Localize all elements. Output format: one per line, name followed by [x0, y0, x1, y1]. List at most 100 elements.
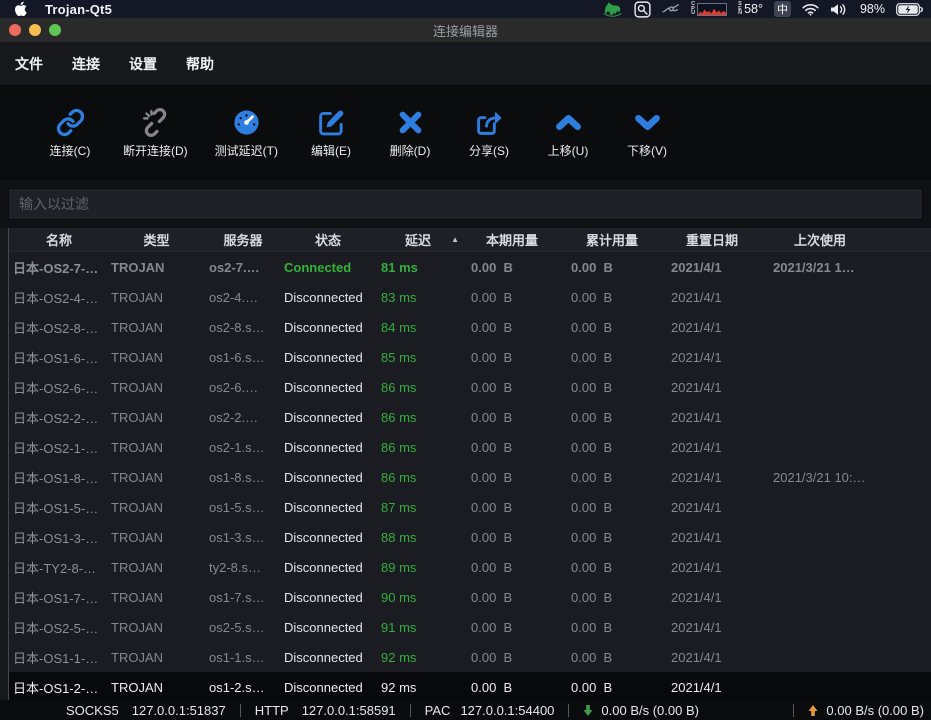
battery-charging-icon[interactable] [896, 2, 923, 16]
share-button[interactable]: 分享(S) [463, 107, 515, 159]
cell-status: Disconnected [284, 499, 363, 515]
socks5-label: SOCKS5 [66, 702, 119, 718]
column-header-last[interactable]: 上次使用 [762, 230, 931, 249]
column-header-label: 延迟 [404, 233, 431, 248]
connection-row[interactable]: 日本-OS2-7-… TROJAN os2-7.… Connected 81 ms 0.0… [9, 252, 931, 282]
connection-row[interactable]: 日本-OS1-7-… TROJAN os1-7.s… Disconnected 90 m… [9, 582, 931, 612]
column-header-label: 服务器 [223, 233, 263, 248]
window-title: 连接编辑器 [432, 23, 498, 39]
link-button[interactable]: 连接(C) [44, 107, 96, 159]
cell-current: 0.00 B [471, 499, 513, 515]
column-header-status[interactable]: 状态 [282, 230, 374, 249]
download-arrow-icon [583, 704, 593, 717]
connection-row[interactable]: 日本-TY2-8-… TROJAN ty2-8.s… Disconnected 89 m… [9, 552, 931, 582]
cell-latency: 86 ms [381, 379, 417, 395]
cell-current: 0.00 B [471, 559, 513, 575]
cell-latency: 86 ms [381, 469, 417, 485]
connection-row[interactable]: 日本-OS1-1-… TROJAN os1-1.s… Disconnected 92 m… [9, 642, 931, 672]
cell-reset: 2021/4/1 [671, 529, 722, 545]
toolbar-item-label: 下移(V) [627, 144, 667, 158]
connection-row[interactable]: 日本-OS1-2-… TROJAN os1-2.s… Disconnected 92 m… [9, 672, 931, 700]
cell-status: Disconnected [284, 559, 363, 575]
column-header-current[interactable]: 本期用量 [462, 230, 562, 249]
chevron-down-button[interactable]: 下移(V) [621, 107, 673, 159]
menu-item-0[interactable]: 文件 [15, 54, 43, 74]
column-header-server[interactable]: 服务器 [204, 230, 282, 249]
connection-row[interactable]: 日本-OS1-8-… TROJAN os1-8.s… Disconnected 86 m… [9, 462, 931, 492]
column-header-reset[interactable]: 重置日期 [662, 230, 762, 249]
cell-current: 0.00 B [471, 289, 513, 305]
column-header-name[interactable]: 名称 [9, 230, 109, 249]
search-menu-icon[interactable] [634, 0, 651, 18]
filter-input[interactable] [8, 188, 923, 220]
cell-name: 日本-OS1-3-… [13, 530, 99, 546]
cell-status: Connected [284, 259, 352, 275]
connection-row[interactable]: 日本-OS2-6-… TROJAN os2-6.… Disconnected 86 ms… [9, 372, 931, 402]
upload-speed-value: 0.00 B/s (0.00 B) [826, 702, 924, 718]
cell-reset: 2021/4/1 [671, 619, 722, 635]
cpu-meter-widget[interactable]: CPU [691, 2, 728, 16]
cell-total: 0.00 B [571, 379, 613, 395]
toolbar-item-label: 上移(U) [547, 144, 589, 158]
cell-current: 0.00 B [471, 319, 513, 335]
cell-server: os1-7.s… [209, 589, 265, 605]
delete-button[interactable]: 删除(D) [384, 107, 436, 159]
dongle-menu-icon[interactable] [662, 3, 680, 15]
pac-label: PAC [424, 702, 451, 718]
connection-row[interactable]: 日本-OS2-4-… TROJAN os2-4.… Disconnected 83 ms… [9, 282, 931, 312]
toolbar-item-label: 连接(C) [49, 144, 91, 158]
menu-item-2[interactable]: 设置 [129, 54, 157, 74]
wifi-icon[interactable] [802, 3, 819, 16]
gauge-button[interactable]: 测试延迟(T) [215, 107, 278, 159]
sort-ascending-icon: ▲ [451, 234, 459, 244]
cell-latency: 84 ms [381, 319, 417, 335]
cell-current: 0.00 B [471, 469, 513, 485]
column-header-total[interactable]: 累计用量 [562, 230, 662, 249]
cell-total: 0.00 B [571, 619, 613, 635]
input-method-indicator[interactable]: 中 [773, 1, 791, 17]
cell-last: 2021/3/21 10:… [773, 469, 866, 485]
menu-item-3[interactable]: 帮助 [186, 54, 214, 74]
edit-button[interactable]: 编辑(E) [305, 107, 357, 159]
cell-type: TROJAN [111, 619, 163, 635]
volume-icon[interactable] [830, 3, 849, 16]
cell-latency: 81 ms [381, 259, 418, 275]
chevron-up-button[interactable]: 上移(U) [542, 107, 594, 159]
column-header-latency[interactable]: 延迟 ▲ [374, 230, 462, 249]
cell-reset: 2021/4/1 [671, 439, 722, 455]
cell-reset: 2021/4/1 [671, 289, 722, 305]
trojan-horse-tray-icon[interactable] [602, 1, 623, 17]
statusbar-divider [793, 703, 795, 717]
cell-current: 0.00 B [471, 259, 513, 275]
cell-name: 日本-TY2-8-… [13, 560, 97, 576]
connection-row[interactable]: 日本-OS2-8-… TROJAN os2-8.s… Disconnected 84 m… [9, 312, 931, 342]
cell-server: os2-6.… [209, 379, 259, 395]
connection-row[interactable]: 日本-OS1-5-… TROJAN os1-5.s… Disconnected 87 m… [9, 492, 931, 522]
column-header-type[interactable]: 类型 [109, 230, 204, 249]
connection-row[interactable]: 日本-OS2-5-… TROJAN os2-5.s… Disconnected 91 m… [9, 612, 931, 642]
unlink-button[interactable]: 断开连接(D) [123, 107, 188, 159]
connection-row[interactable]: 日本-OS2-2-… TROJAN os2-2.… Disconnected 86 ms… [9, 402, 931, 432]
chevron-down-icon [632, 107, 662, 137]
temperature-sensor-widget[interactable]: SEN 58° [738, 2, 763, 16]
cell-server: os2-5.s… [209, 619, 265, 635]
connection-row[interactable]: 日本-OS1-6-… TROJAN os1-6.s… Disconnected 85 m… [9, 342, 931, 372]
cell-name: 日本-OS1-7-… [13, 590, 99, 606]
cell-type: TROJAN [111, 649, 163, 665]
cell-server: ty2-8.s… [209, 559, 262, 575]
link-icon [55, 107, 85, 137]
cell-type: TROJAN [111, 529, 163, 545]
cell-type: TROJAN [111, 469, 163, 485]
cell-name: 日本-OS2-8-… [13, 320, 99, 336]
menu-item-1[interactable]: 连接 [72, 54, 100, 74]
apple-logo-icon[interactable] [14, 1, 27, 17]
cell-type: TROJAN [111, 379, 163, 395]
connection-row[interactable]: 日本-OS1-3-… TROJAN os1-3.s… Disconnected 88 m… [9, 522, 931, 552]
upload-speed: 0.00 B/s (0.00 B) [808, 703, 924, 718]
cell-latency: 88 ms [381, 529, 417, 545]
column-header-label: 状态 [314, 233, 341, 248]
download-speed-value: 0.00 B/s (0.00 B) [601, 702, 699, 718]
column-header-label: 名称 [45, 233, 72, 248]
connection-row[interactable]: 日本-OS2-1-… TROJAN os2-1.s… Disconnected 86 m… [9, 432, 931, 462]
cell-reset: 2021/4/1 [671, 469, 722, 485]
